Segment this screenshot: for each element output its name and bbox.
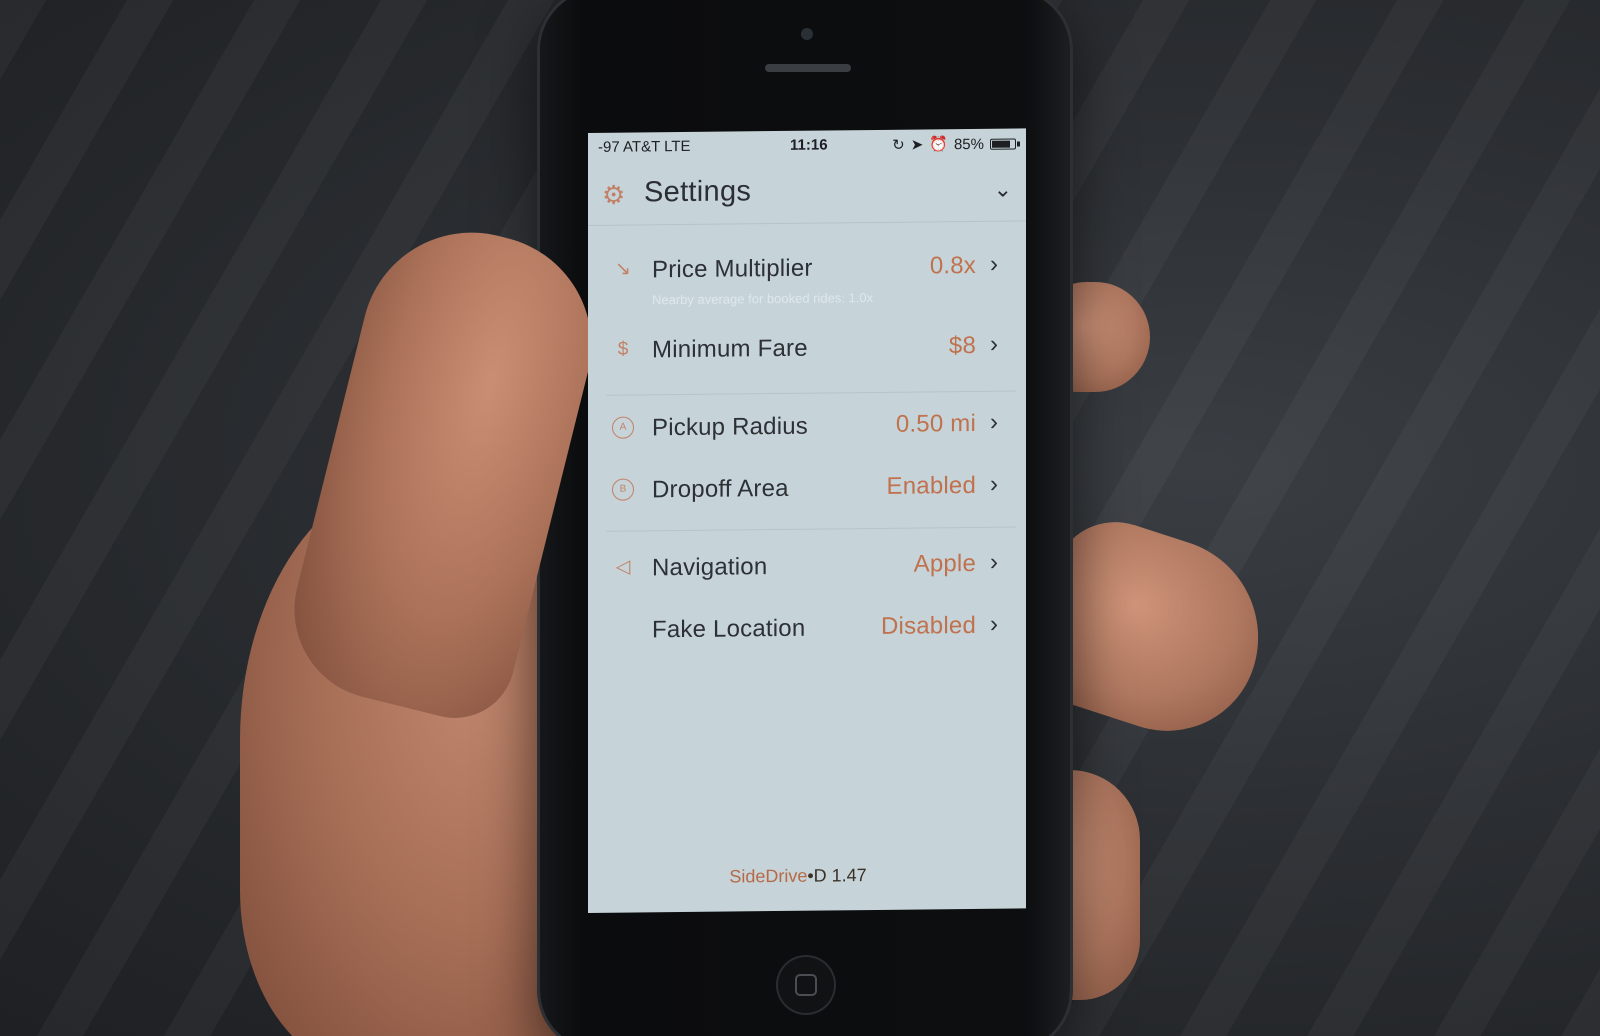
dropoff-circle-icon: B — [612, 478, 634, 501]
battery-percent: 85% — [953, 135, 984, 153]
settings-header[interactable]: ⚙ Settings ⌄ — [588, 162, 1026, 226]
front-camera — [801, 28, 813, 40]
alarm-icon: ⏰ — [929, 136, 948, 154]
row-label: Price Multiplier — [652, 254, 813, 284]
row-label: Minimum Fare — [652, 334, 808, 364]
page-title: Settings — [644, 175, 752, 209]
row-dropoff-area[interactable]: B Dropoff Area Enabled › — [606, 459, 1006, 521]
app-name: SideDrive — [729, 865, 808, 887]
row-pickup-radius[interactable]: A Pickup Radius 0.50 mi › — [606, 397, 1006, 459]
row-value: Apple — [913, 549, 976, 578]
phone-screen: -97 AT&T LTE 11:16 ↻ ➤ ⏰ 85% ⚙ Settings … — [588, 128, 1026, 914]
chevron-right-icon: › — [990, 610, 998, 638]
battery-fill — [992, 140, 1010, 148]
row-value: 0.8x — [929, 251, 976, 280]
rotation-lock-icon: ↻ — [892, 136, 905, 154]
photo-scene: -97 AT&T LTE 11:16 ↻ ➤ ⏰ 85% ⚙ Settings … — [0, 0, 1600, 1036]
app-version-footer: SideDrive•D 1.47 — [588, 864, 1008, 889]
price-tag-icon: ↘ — [615, 258, 631, 280]
row-value: Enabled — [886, 471, 976, 500]
earpiece-speaker — [765, 64, 851, 72]
row-subtext: Nearby average for booked rides: 1.0x — [652, 290, 874, 308]
row-minimum-fare[interactable]: $ Minimum Fare $8 › — [606, 319, 1006, 381]
row-label: Fake Location — [652, 614, 806, 644]
chevron-right-icon: › — [990, 548, 998, 576]
row-value: 0.50 mi — [895, 409, 976, 438]
chevron-right-icon: › — [990, 408, 998, 436]
chevron-down-icon[interactable]: ⌄ — [994, 177, 1012, 203]
battery-cap — [1017, 140, 1020, 147]
status-right-group: ↻ ➤ ⏰ 85% — [892, 135, 1020, 154]
row-price-multiplier[interactable]: ↘ Price Multiplier 0.8x › Nearby average… — [606, 239, 1006, 308]
row-label: Pickup Radius — [652, 412, 809, 442]
row-value: $8 — [948, 331, 976, 360]
section-divider — [606, 526, 1016, 532]
app-version: •D 1.47 — [807, 865, 867, 886]
battery-icon — [990, 138, 1020, 150]
chevron-right-icon: › — [990, 250, 998, 278]
row-value: Disabled — [881, 611, 976, 640]
row-navigation[interactable]: ◁ Navigation Apple › — [606, 537, 1006, 599]
home-button[interactable] — [776, 955, 836, 1015]
navigation-arrow-icon: ◁ — [615, 556, 631, 578]
status-time: 11:16 — [790, 136, 828, 154]
row-label: Navigation — [652, 553, 768, 582]
carrier-signal: -97 AT&T LTE — [598, 137, 691, 156]
row-fake-location[interactable]: Fake Location Disabled › — [606, 599, 1006, 661]
dollar-icon: $ — [617, 338, 629, 360]
chevron-right-icon: › — [990, 470, 998, 498]
location-arrow-icon: ➤ — [910, 136, 924, 154]
gears-icon: ⚙ — [602, 179, 626, 210]
row-label: Dropoff Area — [652, 474, 789, 504]
status-bar: -97 AT&T LTE 11:16 ↻ ➤ ⏰ 85% — [588, 128, 1026, 163]
pickup-circle-icon: A — [612, 416, 634, 439]
chevron-right-icon: › — [990, 330, 998, 358]
section-divider — [606, 390, 1016, 396]
home-square-icon — [795, 974, 817, 996]
